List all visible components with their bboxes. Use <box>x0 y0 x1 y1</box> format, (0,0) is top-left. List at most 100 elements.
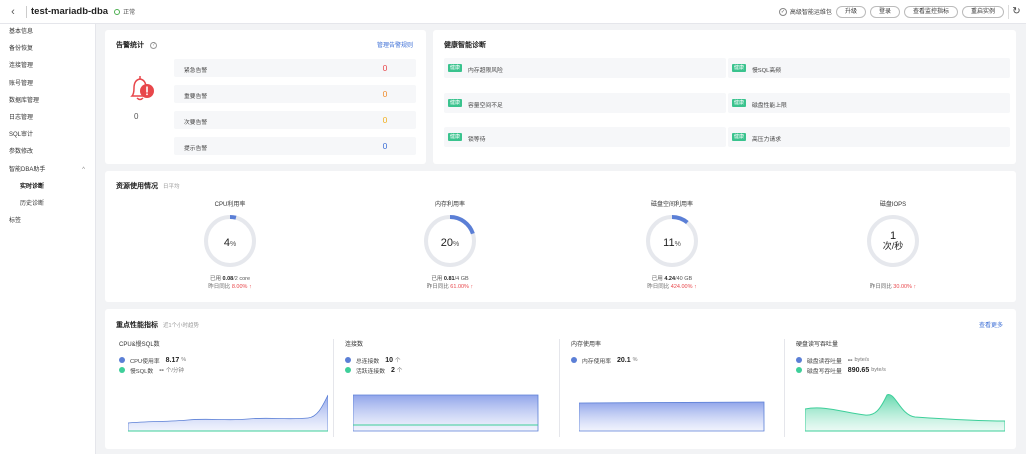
legend-value: -- <box>159 366 164 374</box>
sidebar-item-label: 数据库管理 <box>9 97 40 104</box>
health-item[interactable]: 健康 内存超限风险 <box>444 58 726 78</box>
view-more-link[interactable]: 查看更多 <box>979 320 1003 329</box>
manage-alarm-rules-link[interactable]: 管理告警规则 <box>377 40 413 49</box>
panel-title: CPU&慢SQL数 <box>119 342 160 348</box>
sidebar-item-label: 连接管理 <box>9 63 34 70</box>
compare-value: 8.00% <box>231 284 248 290</box>
compare-value: 61.00% <box>450 284 469 290</box>
sidebar-item-tags[interactable]: 标签 <box>0 213 95 230</box>
health-item[interactable]: 健康 磁盘性能上限 <box>728 93 1010 113</box>
alarm-card: 告警统计? 管理告警规则 0 紧急告警 0 重要告警 0 次要告警 0 提示告警 0 <box>105 30 426 164</box>
health-tag: 健康 <box>732 99 747 107</box>
health-item[interactable]: 健康 高压力请求 <box>728 127 1010 147</box>
perf-subtitle: 近1个小时趋势 <box>163 323 200 329</box>
legend-dot-icon <box>796 357 802 363</box>
health-tag: 健康 <box>448 64 463 72</box>
health-tag: 健康 <box>732 64 747 72</box>
legend-item[interactable]: 总连接数 10 个 <box>345 355 555 365</box>
health-title: 健康智能诊断 <box>444 42 486 49</box>
sidebar-item-label: 标签 <box>9 218 22 225</box>
legend-unit: 个/分钟 <box>165 368 184 374</box>
sidebar-item-accounts[interactable]: 账号管理 <box>0 76 95 93</box>
gauge-3: 磁盘IOPS 1 次/秒 昨日同比 30.00% ↑ <box>838 199 948 290</box>
gauge-usage: 已用 0.81/4 GB <box>395 274 505 282</box>
health-tag: 健康 <box>732 133 747 141</box>
gauge-0: CPU利用率 4% 已用 0.08/2 core 昨日同比 8.00% ↑ <box>175 199 285 290</box>
divider <box>26 5 27 18</box>
arrow-up-icon: ↑ <box>470 284 474 290</box>
alarm-row-label: 重要告警 <box>184 94 208 100</box>
health-item-label: 磁盘性能上限 <box>752 102 787 109</box>
alarm-row-major: 重要告警 0 <box>174 85 416 103</box>
perf-panel-1: 连接数总连接数 10 个活跃连接数 2 个 <box>345 339 555 375</box>
legend-item[interactable]: CPU使用率 8.17% <box>119 355 329 365</box>
compare-value: 30.00% <box>893 284 912 290</box>
perf-panel-0: CPU&慢SQL数 CPU使用率 8.17% 慢SQL数 -- 个/分钟 <box>119 339 329 375</box>
panel-divider <box>784 339 785 437</box>
legend-item[interactable]: 活跃连接数 2 个 <box>345 365 555 375</box>
alarm-row-critical: 紧急告警 0 <box>174 59 416 77</box>
legend-item[interactable]: 慢SQL数 -- 个/分钟 <box>119 365 329 375</box>
health-item[interactable]: 健康 锁等待 <box>444 127 726 147</box>
legend-dot-icon <box>796 367 802 373</box>
view-metrics-button[interactable]: 查看监控指标 <box>903 5 958 18</box>
login-button[interactable]: 登录 <box>869 5 900 18</box>
health-item-label: 慢SQL高频 <box>752 67 781 74</box>
health-item[interactable]: 健康 容量空间不足 <box>444 93 726 113</box>
gauge-unit: % <box>229 241 237 248</box>
sidebar-item-logs[interactable]: 日志管理 <box>0 110 95 127</box>
instance-title: test-mariadb-dba <box>31 6 109 17</box>
gauge-compare: 昨日同比 30.00% ↑ <box>838 282 948 290</box>
sidebar-item-label: 智能DBA助手 <box>9 166 46 173</box>
health-card: 健康智能诊断 健康 内存超限风险 健康 慢SQL高频 健康 容量空间不足 健康 磁盘性能… <box>433 30 1016 164</box>
panel-title: 内存使用率 <box>571 342 602 348</box>
sidebar-item-dba-assistant[interactable]: 智能DBA助手 ^ <box>0 162 95 179</box>
panel-title: 连接数 <box>345 342 364 348</box>
sidebar-item-realtime-diagnosis[interactable]: 实时诊断 <box>0 179 95 196</box>
legend-item[interactable]: 磁盘读吞吐量 -- byte/s <box>796 355 1006 365</box>
gauge-usage <box>838 274 948 282</box>
health-item[interactable]: 健康 慢SQL高频 <box>728 58 1010 78</box>
alarm-row-info: 提示告警 0 <box>174 137 416 155</box>
sidebar-item-label: 实时诊断 <box>20 183 45 190</box>
sidebar-item-databases[interactable]: 数据库管理 <box>0 93 95 110</box>
sidebar: 基本信息 备份恢复 连接管理 账号管理 数据库管理 日志管理 SQL审计 参数修… <box>0 24 96 454</box>
upgrade-button[interactable]: 升级 <box>835 5 866 18</box>
legend-dot-icon <box>345 357 351 363</box>
trend-chart <box>128 394 328 432</box>
gauge-usage: 已用 4.24/40 GB <box>617 274 727 282</box>
perf-panel-3: 硬盘读写吞吐量 磁盘读吞吐量 -- byte/s 磁盘写吞吐量 890.65 byte/s <box>796 339 1006 375</box>
series-area-blue <box>579 401 765 432</box>
trend-chart <box>805 394 1005 432</box>
sidebar-item-basic-info[interactable]: 基本信息 <box>0 24 95 41</box>
alarm-row-value: 0 <box>382 141 388 151</box>
sidebar-item-connections[interactable]: 连接管理 <box>0 58 95 75</box>
legend-item[interactable]: 内存使用率 20.1% <box>571 355 781 365</box>
refresh-icon[interactable]: ↻ <box>1008 4 1022 19</box>
question-icon[interactable]: ? <box>150 41 157 49</box>
restart-instance-button[interactable]: 重启实例 <box>961 5 1004 18</box>
legend-label: 磁盘写吞吐量 <box>807 368 842 375</box>
compare-label: 昨日同比 <box>208 284 231 290</box>
perf-panel-2: 内存使用率内存使用率 20.1% <box>571 339 781 365</box>
gauge-value: 4% <box>175 237 285 249</box>
top-header: ‹ test-mariadb-dba 正常 ✓ 高级智能运维包 升级 登录 查看… <box>0 0 1026 24</box>
sidebar-item-sql-audit[interactable]: SQL审计 <box>0 127 95 144</box>
legend-label: 磁盘读吞吐量 <box>807 358 842 365</box>
legend-label: 总连接数 <box>356 358 380 365</box>
compare-label: 昨日同比 <box>647 284 670 290</box>
chevron-left-icon[interactable]: ‹ <box>4 6 22 18</box>
sidebar-item-backup[interactable]: 备份恢复 <box>0 41 95 58</box>
legend-item[interactable]: 磁盘写吞吐量 890.65 byte/s <box>796 365 1006 375</box>
gauge-1: 内存利用率 20% 已用 0.81/4 GB 昨日同比 61.00% ↑ <box>395 199 505 290</box>
trend-chart <box>579 401 765 432</box>
health-item-label: 容量空间不足 <box>468 102 503 109</box>
alarm-row-label: 次要告警 <box>184 120 208 126</box>
sidebar-item-label: 基本信息 <box>9 29 34 35</box>
series-area-blue <box>128 394 328 432</box>
check-circle-icon[interactable]: ✓ <box>778 7 787 16</box>
gauge-compare: 昨日同比 424.00% ↑ <box>617 282 727 290</box>
sidebar-item-label: SQL审计 <box>9 132 34 139</box>
sidebar-item-history-diagnosis[interactable]: 历史诊断 <box>0 196 95 213</box>
sidebar-item-params[interactable]: 参数修改 <box>0 144 95 161</box>
